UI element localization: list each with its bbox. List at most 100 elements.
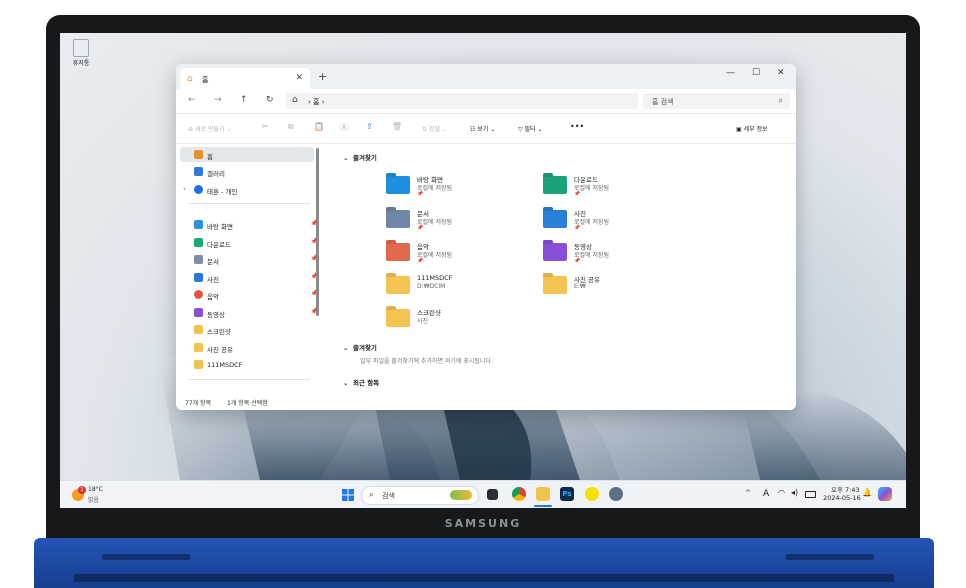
task-view-icon[interactable] bbox=[487, 489, 498, 500]
sort-button[interactable]: ⇅ 정렬 ⌄ bbox=[422, 124, 447, 133]
picture-icon bbox=[194, 273, 203, 282]
taskbar-search-label: 검색 bbox=[382, 492, 395, 500]
weather-widget[interactable]: 1 18°C 맑음 bbox=[72, 486, 122, 504]
wifi-icon[interactable]: ◠ bbox=[778, 488, 785, 497]
sidebar-item-screenshots[interactable]: 스크린샷 bbox=[180, 322, 314, 337]
sidebar-item-downloads[interactable]: 다운로드 📌 bbox=[180, 235, 318, 250]
title-bar[interactable]: ⌂ 홈 ✕ + — ☐ ✕ bbox=[176, 64, 796, 89]
content-pane: ⌄ 즐겨찾기 바탕 화면 로컬에 저장됨 📌 다운로드 로컬에 저장됨 📌 문서… bbox=[326, 143, 794, 410]
up-button[interactable]: ↑ bbox=[240, 95, 248, 105]
chrome-icon[interactable] bbox=[512, 487, 526, 501]
sidebar-item-pictures[interactable]: 사진 📌 bbox=[180, 270, 318, 285]
view-button[interactable]: ☷ 보기 ⌄ bbox=[470, 124, 495, 133]
sidebar-item-label: 홈 bbox=[207, 153, 213, 161]
settings-gear-icon[interactable] bbox=[609, 487, 623, 501]
recent-heading[interactable]: ⌄ 최근 항목 bbox=[343, 377, 379, 387]
maximize-button[interactable]: ☐ bbox=[752, 68, 760, 78]
sidebar-item-label: 음악 bbox=[207, 293, 219, 301]
sidebar-item-label: 바탕 화면 bbox=[207, 223, 233, 231]
recycle-bin[interactable]: 휴지통 bbox=[70, 39, 92, 67]
search-input[interactable]: 홈 검색 ⌕ bbox=[643, 93, 790, 109]
folder-item-screenshots[interactable]: 스크린샷 사진 bbox=[386, 306, 536, 334]
volume-icon[interactable]: ◂) bbox=[791, 488, 798, 497]
filter-button[interactable]: ▽ 필터 ⌄ bbox=[518, 124, 543, 133]
file-explorer-icon[interactable] bbox=[536, 487, 550, 501]
photoshop-icon[interactable]: Ps bbox=[560, 487, 574, 501]
sidebar-item-documents[interactable]: 문서 📌 bbox=[180, 252, 318, 267]
sidebar-item-label: 동영상 bbox=[207, 311, 225, 319]
active-indicator bbox=[534, 505, 552, 507]
folder-item-downloads[interactable]: 다운로드 로컬에 저장됨 📌 bbox=[543, 173, 693, 201]
cloud-icon bbox=[194, 185, 203, 194]
rename-icon[interactable]: Ⓐ bbox=[340, 122, 348, 133]
pin-icon: 📌 bbox=[574, 225, 581, 231]
divider bbox=[188, 379, 310, 380]
delete-icon[interactable]: 🗑 bbox=[392, 122, 402, 131]
folder-item-desktop[interactable]: 바탕 화면 로컬에 저장됨 📌 bbox=[386, 173, 536, 201]
desktop-folder-icon bbox=[386, 176, 410, 194]
kakaotalk-icon[interactable] bbox=[585, 487, 599, 501]
new-tab-button[interactable]: + bbox=[318, 70, 327, 83]
chevron-down-icon: ⌄ bbox=[343, 154, 349, 162]
chevron-right-icon[interactable]: › bbox=[183, 185, 186, 193]
details-button[interactable]: ▣ 세부 정보 bbox=[736, 124, 768, 133]
sidebar-item-photo-share[interactable]: 사진 공유 bbox=[180, 340, 314, 355]
ime-indicator[interactable]: A bbox=[763, 489, 769, 499]
folder-item-photo-share[interactable]: 사진 공유 E:₩ bbox=[543, 273, 693, 301]
sidebar-scrollbar[interactable] bbox=[316, 148, 319, 316]
home-icon: ⌂ bbox=[292, 95, 298, 105]
sidebar-item-gallery[interactable]: 갤러리 bbox=[180, 164, 314, 179]
battery-icon[interactable] bbox=[805, 491, 816, 498]
document-icon bbox=[194, 255, 203, 264]
paste-icon[interactable]: 📋 bbox=[314, 122, 324, 131]
folder-icon bbox=[194, 325, 203, 334]
back-button[interactable]: ← bbox=[188, 95, 196, 105]
cut-icon[interactable]: ✂ bbox=[262, 122, 269, 131]
videos-folder-icon bbox=[543, 243, 567, 261]
item-count: 77개 항목 bbox=[185, 400, 212, 407]
forward-button[interactable]: → bbox=[214, 95, 222, 105]
taskbar-search-input[interactable]: ⌕ 검색 bbox=[361, 486, 479, 505]
pictures-folder-icon bbox=[543, 210, 567, 228]
favorites-heading[interactable]: ⌄ 즐겨찾기 bbox=[343, 342, 377, 352]
minimize-button[interactable]: — bbox=[726, 68, 735, 78]
copy-icon[interactable]: ⧉ bbox=[288, 122, 294, 132]
quick-access-heading[interactable]: ⌄ 즐겨찾기 bbox=[343, 152, 377, 162]
folder-icon bbox=[386, 276, 410, 294]
laptop-keyboard-deck bbox=[34, 538, 934, 588]
close-button[interactable]: ✕ bbox=[777, 68, 785, 78]
sidebar-item-videos[interactable]: 동영상 📌 bbox=[180, 305, 318, 320]
more-button[interactable]: ••• bbox=[570, 122, 584, 131]
new-button[interactable]: ⊕ 새로 만들기 ⌄ bbox=[188, 124, 231, 133]
address-bar[interactable]: ⌂ › 홈 › bbox=[286, 93, 638, 109]
folder-item-music[interactable]: 음악 로컬에 저장됨 📌 bbox=[386, 240, 536, 268]
folder-item-111msdcf[interactable]: 111MSDCF D:₩DCIM bbox=[386, 273, 536, 301]
music-icon bbox=[194, 290, 203, 299]
windows-start-icon[interactable] bbox=[341, 487, 355, 501]
clock-date[interactable]: 2024-05-16 bbox=[823, 494, 861, 502]
sidebar-item-music[interactable]: 음악 📌 bbox=[180, 287, 318, 302]
sidebar-item-label: 스크린샷 bbox=[207, 328, 231, 336]
share-icon[interactable]: ⇪ bbox=[366, 122, 373, 131]
sidebar-item-onedrive[interactable]: › 태훈 - 개인 bbox=[180, 182, 314, 197]
search-highlight-icon bbox=[450, 490, 472, 500]
tab-close-button[interactable]: ✕ bbox=[295, 73, 303, 83]
clock-time[interactable]: 오후 7:43 bbox=[831, 484, 860, 494]
recycle-bin-icon bbox=[73, 39, 89, 57]
navigation-bar: ← → ↑ ↻ ⌂ › 홈 › 홈 검색 ⌕ bbox=[176, 89, 796, 114]
sidebar-item-home[interactable]: 홈 bbox=[180, 147, 314, 162]
sidebar-item-111msdcf[interactable]: 111MSDCF bbox=[180, 357, 314, 372]
notification-bell-icon[interactable]: 🔔 bbox=[862, 488, 872, 497]
copilot-icon[interactable] bbox=[878, 487, 892, 501]
tray-chevron-icon[interactable]: ^ bbox=[745, 489, 751, 497]
pin-icon: 📌 bbox=[417, 191, 424, 197]
tab-home[interactable]: ⌂ 홈 ✕ bbox=[180, 68, 310, 89]
folder-item-videos[interactable]: 동영상 로컬에 저장됨 📌 bbox=[543, 240, 693, 268]
folder-icon bbox=[386, 309, 410, 327]
sidebar-item-desktop[interactable]: 바탕 화면 📌 bbox=[180, 217, 318, 232]
folder-item-documents[interactable]: 문서 로컬에 저장됨 📌 bbox=[386, 207, 536, 235]
file-explorer-window[interactable]: ⌂ 홈 ✕ + — ☐ ✕ ← → ↑ ↻ ⌂ › 홈 › 홈 검색 ⌕ ⊕ 새… bbox=[176, 64, 796, 410]
folder-item-pictures[interactable]: 사진 로컬에 저장됨 📌 bbox=[543, 207, 693, 235]
refresh-button[interactable]: ↻ bbox=[266, 95, 274, 105]
desktop-icon bbox=[194, 220, 203, 229]
